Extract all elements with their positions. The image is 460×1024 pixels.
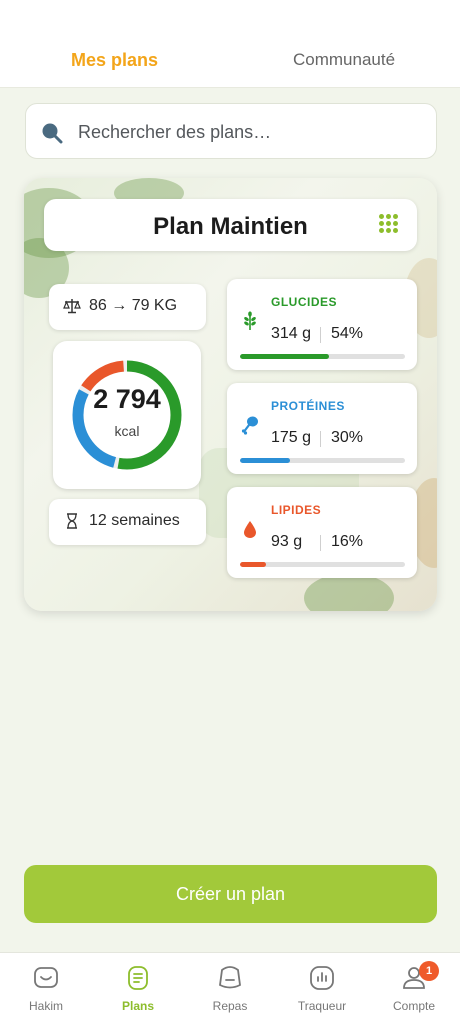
nav-item-compte[interactable]: 1 Compte bbox=[374, 961, 454, 1013]
search-placeholder: Rechercher des plans… bbox=[78, 122, 272, 142]
macro-percent: 54% bbox=[331, 325, 364, 342]
nav-item-repas[interactable]: Repas bbox=[190, 965, 270, 1013]
tab-mes-plans[interactable]: Mes plans bbox=[71, 50, 158, 71]
nav-label: Compte bbox=[392, 999, 436, 1013]
plan-title-box: Plan Maintien bbox=[44, 199, 417, 251]
search-input[interactable]: Rechercher des plans… bbox=[25, 103, 437, 159]
nav-label: Plans bbox=[121, 999, 154, 1013]
macro-grams: 175 g bbox=[271, 429, 312, 446]
macro-card-lipides: LIPIDES 93 g 16% bbox=[227, 487, 417, 578]
create-plan-button[interactable]: Créer un plan bbox=[24, 865, 437, 923]
nav-label: Traqueur bbox=[297, 999, 347, 1013]
calorie-unit: kcal bbox=[114, 423, 140, 439]
macro-progress-bar bbox=[240, 354, 405, 359]
nav-item-hakim[interactable]: Hakim bbox=[6, 965, 86, 1013]
calorie-ring bbox=[72, 360, 182, 470]
hourglass-icon bbox=[67, 513, 77, 529]
top-tab-bar: Mes plans Communauté bbox=[0, 0, 460, 88]
macro-progress-bar bbox=[240, 458, 405, 463]
macro-progress-bar bbox=[240, 562, 405, 567]
meal-icon bbox=[219, 966, 241, 989]
chart-icon bbox=[310, 966, 334, 990]
background-herb bbox=[304, 573, 394, 611]
plan-title: Plan Maintien bbox=[153, 213, 308, 240]
macro-card-proteines: PROTÉINES 175 g 30% bbox=[227, 383, 417, 474]
calorie-value: 2 794 bbox=[93, 384, 161, 414]
create-plan-label: Créer un plan bbox=[175, 884, 286, 904]
search-icon bbox=[42, 123, 63, 144]
drumstick-icon bbox=[241, 416, 258, 435]
macro-label: PROTÉINES bbox=[271, 399, 345, 413]
wheat-icon bbox=[244, 311, 256, 330]
chat-bot-icon bbox=[34, 967, 58, 988]
macro-label: LIPIDES bbox=[271, 503, 322, 517]
macro-grams: 93 g bbox=[271, 533, 303, 550]
macro-label: GLUCIDES bbox=[271, 295, 338, 309]
calorie-ring-card: 2 794 kcal bbox=[53, 341, 201, 489]
duration-text: 12 semaines bbox=[89, 512, 180, 529]
tab-communaute[interactable]: Communauté bbox=[293, 50, 395, 70]
nav-label: Hakim bbox=[28, 999, 63, 1013]
nav-item-traqueur[interactable]: Traqueur bbox=[282, 965, 362, 1013]
macro-progress-fill bbox=[240, 562, 267, 567]
scale-icon bbox=[63, 299, 81, 314]
notification-badge: 1 bbox=[419, 961, 439, 981]
weight-text: 86 → 79 KG bbox=[89, 297, 178, 314]
macro-progress-fill bbox=[240, 354, 330, 359]
grid-menu-icon[interactable] bbox=[379, 214, 399, 234]
macro-card-glucides: GLUCIDES 314 g 54% bbox=[227, 279, 417, 370]
macro-percent: 30% bbox=[331, 429, 364, 446]
duration-pill: 12 semaines bbox=[49, 499, 206, 545]
nav-item-plans[interactable]: Plans bbox=[98, 965, 178, 1013]
bottom-nav: Hakim Plans Repas Traqueur 1 Compte bbox=[0, 952, 460, 1024]
nav-label: Repas bbox=[212, 999, 248, 1013]
macro-progress-fill bbox=[240, 458, 290, 463]
macro-separator bbox=[320, 431, 321, 447]
plan-card[interactable]: Plan Maintien 86 → 79 KG 2 794 kcal 12 s… bbox=[24, 178, 437, 611]
macro-percent: 16% bbox=[331, 533, 364, 550]
macro-separator bbox=[320, 327, 321, 343]
macro-separator bbox=[320, 535, 321, 551]
macro-grams: 314 g bbox=[271, 325, 312, 342]
weight-pill: 86 → 79 KG bbox=[49, 284, 206, 330]
drop-icon bbox=[244, 521, 256, 538]
plans-icon bbox=[128, 966, 148, 990]
